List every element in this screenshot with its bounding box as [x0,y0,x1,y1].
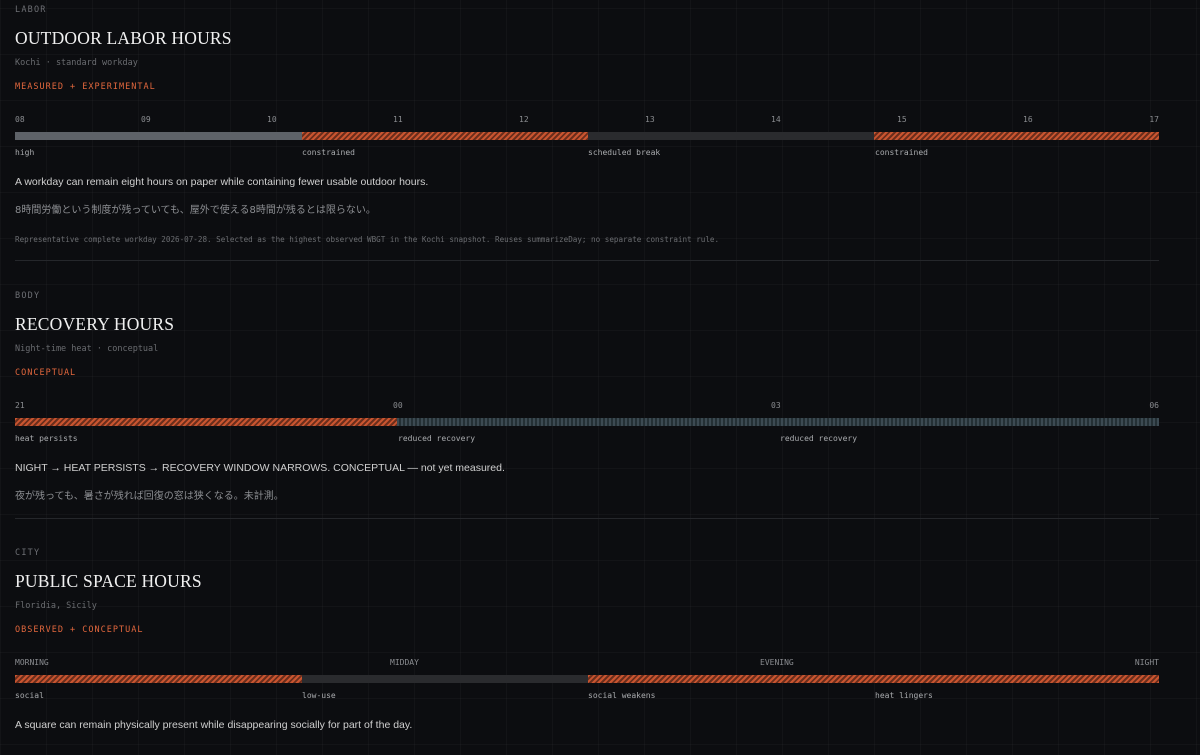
tick-label: 13 [645,115,655,124]
time-axis: MORNING MIDDAY EVENING NIGHT [15,657,1159,669]
bar-segment-high [15,132,302,140]
tick-label: EVENING [760,658,794,667]
hours-bar [15,418,1159,426]
segment-label: reduced recovery [780,434,858,443]
section-eyebrow: BODY [15,291,41,301]
bar-segment-social-weakens [588,675,1159,683]
tick-label: MORNING [15,658,49,667]
segment-label: constrained [875,148,928,157]
section-title: PUBLIC SPACE HOURS [15,571,202,591]
section-eyebrow: CITY [15,548,41,558]
segment-label: scheduled break [588,148,661,157]
section-subtitle: Kochi · standard workday [15,58,138,68]
segment-labels: heat persists reduced recovery reduced r… [15,433,1159,445]
section-title: OUTDOOR LABOR HOURS [15,28,232,48]
segment-label: heat persists [15,434,78,443]
tick-label: 17 [1149,115,1159,124]
description-ja: 8時間労働という制度が残っていても、屋外で使える8時間が残るとは限らない。 [15,205,376,216]
tick-label: 11 [393,115,403,124]
tick-label: 14 [771,115,781,124]
time-axis: 21 00 03 06 [15,400,1159,412]
section-city: CITY PUBLIC SPACE HOURS Floridia, Sicily… [15,519,1159,732]
segment-label: reduced recovery [398,434,476,443]
hours-bar [15,675,1159,683]
segment-label: constrained [302,148,355,157]
bar-segment-break [588,132,874,140]
segment-label: social [15,691,44,700]
tick-label: 00 [393,401,403,410]
tick-label: 08 [15,115,25,124]
bar-segment-reduced-recovery [397,418,1159,426]
bar-segment-constrained [302,132,588,140]
bar-segment-constrained [874,132,1159,140]
segment-label: social weakens [588,691,656,700]
tick-label: 21 [15,401,25,410]
status-badge: MEASURED + EXPERIMENTAL [15,82,156,92]
time-axis: 08 09 10 11 12 13 14 15 16 17 [15,114,1159,126]
tick-label: 06 [1149,401,1159,410]
section-body: BODY RECOVERY HOURS Night-time heat · co… [15,261,1159,519]
tick-label: NIGHT [1134,658,1159,667]
section-labor: LABOR OUTDOOR LABOR HOURS Kochi · standa… [15,0,1159,261]
segment-labels: high constrained scheduled break constra… [15,147,1159,159]
tick-label: 12 [519,115,529,124]
bar-segment-heat-persists [15,418,397,426]
tick-label: 15 [897,115,907,124]
segment-label: high [15,148,35,157]
tick-label: 03 [771,401,781,410]
bar-segment-low-use [302,675,588,683]
section-title: RECOVERY HOURS [15,314,175,334]
status-badge: CONCEPTUAL [15,368,77,378]
segment-labels: social low-use social weakens heat linge… [15,690,1159,702]
section-eyebrow: LABOR [15,5,47,15]
description-en: NIGHT → HEAT PERSISTS → RECOVERY WINDOW … [15,462,505,474]
segment-label: low-use [302,691,336,700]
description-en: A workday can remain eight hours on pape… [15,176,429,188]
page: LABOR OUTDOOR LABOR HOURS Kochi · standa… [15,0,1159,732]
description-en: A square can remain physically present w… [15,719,413,731]
tick-label: 16 [1023,115,1033,124]
description-ja: 夜が残っても、暑さが残れば回復の窓は狭くなる。未計測。 [15,491,284,502]
status-badge: OBSERVED + CONCEPTUAL [15,625,144,635]
bar-segment-social [15,675,302,683]
method-note: Representative complete workday 2026-07-… [15,235,720,244]
section-subtitle: Floridia, Sicily [15,601,97,611]
section-subtitle: Night-time heat · conceptual [15,344,159,354]
tick-label: 09 [141,115,151,124]
tick-label: 10 [267,115,277,124]
segment-label: heat lingers [875,691,933,700]
tick-label: MIDDAY [390,658,419,667]
hours-bar [15,132,1159,140]
